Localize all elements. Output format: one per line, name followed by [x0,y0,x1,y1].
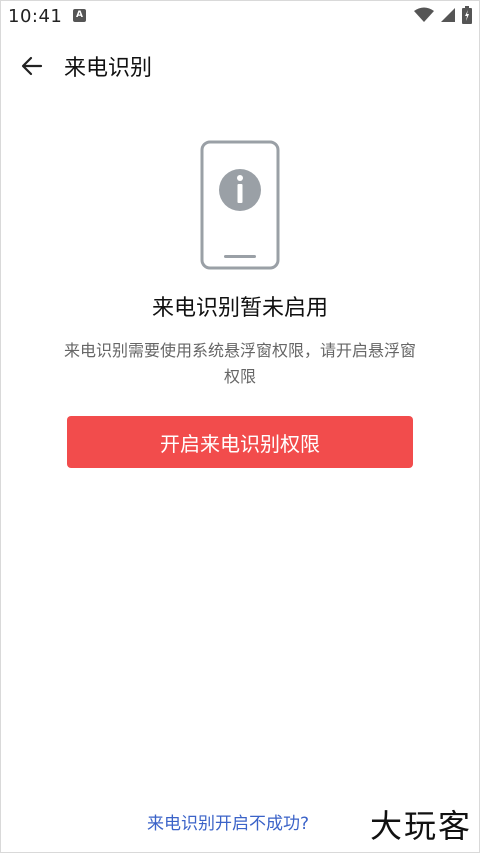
battery-icon [462,6,472,24]
status-heading: 来电识别暂未启用 [151,296,328,321]
phone-info-icon [200,140,280,270]
help-link[interactable]: 来电识别开启不成功? [147,809,309,834]
back-button[interactable] [14,48,50,84]
app-header: 来电识别 [0,40,480,92]
signal-icon [441,8,455,22]
wifi-icon [414,7,434,22]
status-time: 10:41 [8,6,63,27]
enable-permission-button[interactable]: 开启来电识别权限 [67,416,413,468]
arrow-left-icon [21,56,43,76]
status-bar: 10:41 A [0,0,480,34]
notification-icon: A [73,9,86,22]
watermark: 大玩客 [369,807,472,845]
page-title: 来电识别 [64,56,153,81]
status-description: 来电识别需要使用系统悬浮窗权限，请开启悬浮窗权限 [63,341,416,386]
status-icons [414,6,472,24]
